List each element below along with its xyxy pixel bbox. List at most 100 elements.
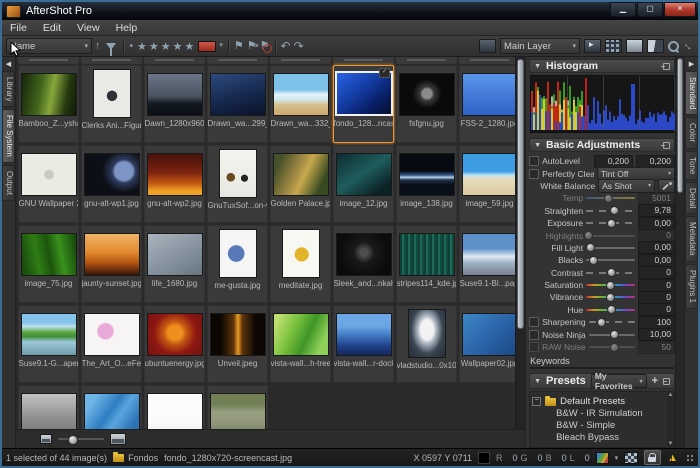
noise-ninja-slider[interactable] xyxy=(589,334,635,336)
fill-light-value[interactable]: 0,00 xyxy=(638,241,675,254)
rating-none-icon[interactable]: • xyxy=(130,41,134,52)
highlights-slider[interactable] xyxy=(586,235,635,237)
autolevel-low-value[interactable]: 0,200 xyxy=(594,155,633,168)
star-icon-2[interactable]: ★ xyxy=(149,40,160,53)
thumbnail-cell[interactable]: stripes114_kde.jpg xyxy=(396,225,457,303)
highlights-slider-knob[interactable] xyxy=(584,231,593,240)
thumbnail-cell[interactable]: me-gusta.jpg xyxy=(207,225,268,303)
sharpening-value[interactable]: 100 xyxy=(638,316,675,329)
thumbnail-cell[interactable]: FSS-2_1280.jpg xyxy=(459,65,520,143)
vibrance-value[interactable]: 0 xyxy=(638,291,675,304)
hue-value[interactable]: 0 xyxy=(638,303,675,316)
scroll-down-icon[interactable]: ▼ xyxy=(668,441,674,447)
panel-tab-tone[interactable]: Tone xyxy=(685,151,698,180)
vibrance-slider[interactable] xyxy=(586,296,635,298)
thumbnail-cell[interactable]: Sleek_and...nkahn.jpg xyxy=(333,225,394,303)
saturation-value[interactable]: 0 xyxy=(638,279,675,292)
add-preset-button[interactable]: + xyxy=(652,375,658,387)
collapse-right-icon[interactable]: ▶ xyxy=(689,60,694,68)
thumbnail-cell[interactable] xyxy=(18,385,79,429)
minimize-button[interactable]: ▁ xyxy=(610,2,636,17)
hue-slider[interactable] xyxy=(586,309,635,311)
sharpening-slider[interactable] xyxy=(589,321,635,323)
thumbnail-cell[interactable]: ubuntuenergy.jpg xyxy=(144,305,205,383)
thumbnail-cell[interactable]: Drawn_wa...332_.jpg xyxy=(270,65,331,143)
fill-light-slider-knob[interactable] xyxy=(586,243,595,252)
pin-icon[interactable] xyxy=(661,62,670,71)
thumbnail-cell[interactable]: life_1680.jpg xyxy=(144,225,205,303)
thumbnail-cell[interactable]: Golden Palace.jpg xyxy=(270,145,331,223)
thumbnail-cell[interactable]: vista-wall...r-dock.jpg xyxy=(333,305,394,383)
panel-tab-plugins-1[interactable]: Plugins 1 xyxy=(685,264,698,309)
thumbnail-cell[interactable]: Bamboo_Z...ysha.jpg xyxy=(18,65,79,143)
perfectly-clear-checkbox[interactable] xyxy=(529,169,539,179)
basic-adjustments-header[interactable]: ▼ Basic Adjustments xyxy=(529,138,675,152)
star-icon-4[interactable]: ★ xyxy=(173,40,184,53)
noise-ninja-slider-knob[interactable] xyxy=(610,330,619,339)
thumbnail-cell[interactable]: vladstudio...0x1024.jpg xyxy=(396,305,457,383)
contrast-value[interactable]: 0 xyxy=(638,266,675,279)
blacks-slider[interactable] xyxy=(586,259,635,261)
exposure-value[interactable]: 0,00 xyxy=(638,217,675,230)
thumbnail-cell[interactable]: image_75.jpg xyxy=(18,225,79,303)
thumbnail-cell[interactable]: The_Art_O...eFear.jpg xyxy=(81,305,142,383)
sort-by-dropdown[interactable]: Name ▾ xyxy=(6,38,92,54)
label-color-dropdown-icon[interactable]: ▾ xyxy=(219,39,223,53)
sidebar-tab-file-system[interactable]: File System xyxy=(2,109,15,163)
resize-grip[interactable] xyxy=(686,454,694,462)
chevron-down-icon[interactable]: ▾ xyxy=(615,454,619,462)
thumbnail-cell[interactable]: gnu-alt-wp1.jpg xyxy=(81,145,142,223)
thumbnail-cell[interactable]: image_59.jpg xyxy=(459,145,520,223)
lock-icon[interactable] xyxy=(644,450,661,465)
flag-clear-icon[interactable]: ⚑ xyxy=(247,39,257,53)
thumbnail-cell[interactable]: meditate.jpg xyxy=(270,225,331,303)
close-button[interactable]: ✕ xyxy=(664,2,696,17)
magnifier-icon[interactable] xyxy=(668,41,679,52)
color-management-icon[interactable] xyxy=(596,452,609,464)
menu-help[interactable]: Help xyxy=(108,20,146,35)
thumbnail-cell[interactable]: GNU Wallpaper 2.jpg xyxy=(18,145,79,223)
panel-scrollbar-thumb[interactable] xyxy=(677,58,683,193)
straighten-slider[interactable] xyxy=(586,210,635,212)
raw-noise-value[interactable]: 50 xyxy=(638,341,675,354)
white-balance-dropdown[interactable]: As Shot▾ xyxy=(598,179,655,193)
raw-noise-slider[interactable] xyxy=(589,346,635,348)
presets-favorites-dropdown[interactable]: My Favorites ▾ xyxy=(591,374,647,388)
panel-tab-metadata[interactable]: Metadata xyxy=(685,216,698,261)
histogram-header[interactable]: ▼ Histogram xyxy=(529,59,675,73)
preset-item[interactable]: B&W - Simple xyxy=(532,420,672,432)
thumbnail-size-slider[interactable] xyxy=(58,438,104,440)
pin-icon[interactable] xyxy=(661,141,670,150)
thumbnail-cell[interactable]: gnu-alt-wp2.jpg xyxy=(144,145,205,223)
split-view-icon[interactable] xyxy=(647,39,664,53)
flag-pick-icon[interactable]: ⚑ xyxy=(234,39,244,53)
presets-header[interactable]: ▼ Presets My Favorites ▾ + xyxy=(529,373,675,389)
thumbnail-size-knob[interactable] xyxy=(68,435,78,445)
rotate-left-icon[interactable]: ↶ xyxy=(281,39,291,53)
thumbnail-cell[interactable]: Suse9.1-G...apers.jpg xyxy=(18,305,79,383)
rating-stars[interactable]: ★★★★★ xyxy=(137,40,195,53)
menu-file[interactable]: File xyxy=(2,20,35,35)
layer-selector-dropdown[interactable]: Main Layer ▾ xyxy=(500,38,580,54)
noise-ninja-checkbox[interactable] xyxy=(529,330,539,340)
collapse-folder-icon[interactable]: − xyxy=(532,397,541,406)
panel-scrollbar[interactable] xyxy=(675,57,684,448)
white-balance-dropper-icon[interactable] xyxy=(658,179,675,193)
raw-noise-slider-knob[interactable] xyxy=(610,343,619,352)
thumbnail-cell[interactable]: Wallpaper02.jpg xyxy=(459,305,520,383)
maximize-button[interactable]: ▢ xyxy=(637,2,663,17)
layers-icon[interactable] xyxy=(479,39,496,53)
collapse-icon[interactable]: ▼ xyxy=(534,63,541,70)
star-icon-5[interactable]: ★ xyxy=(185,40,196,53)
grid-scrollbar[interactable] xyxy=(515,57,525,429)
preset-folder-row[interactable]: − Default Presets xyxy=(532,395,672,408)
thumbnail-cell[interactable] xyxy=(144,385,205,429)
contrast-slider[interactable] xyxy=(586,272,635,274)
collapse-icon[interactable]: ▼ xyxy=(534,142,541,149)
collapse-left-icon[interactable]: ◀ xyxy=(6,60,11,68)
pin-icon[interactable] xyxy=(663,377,670,386)
thumbnail-cell[interactable]: Unveil.jpeg xyxy=(207,305,268,383)
raw-noise-checkbox[interactable] xyxy=(529,342,539,352)
fullscreen-icon[interactable]: ↔ xyxy=(680,38,696,54)
rotate-right-icon[interactable]: ↷ xyxy=(294,39,304,53)
